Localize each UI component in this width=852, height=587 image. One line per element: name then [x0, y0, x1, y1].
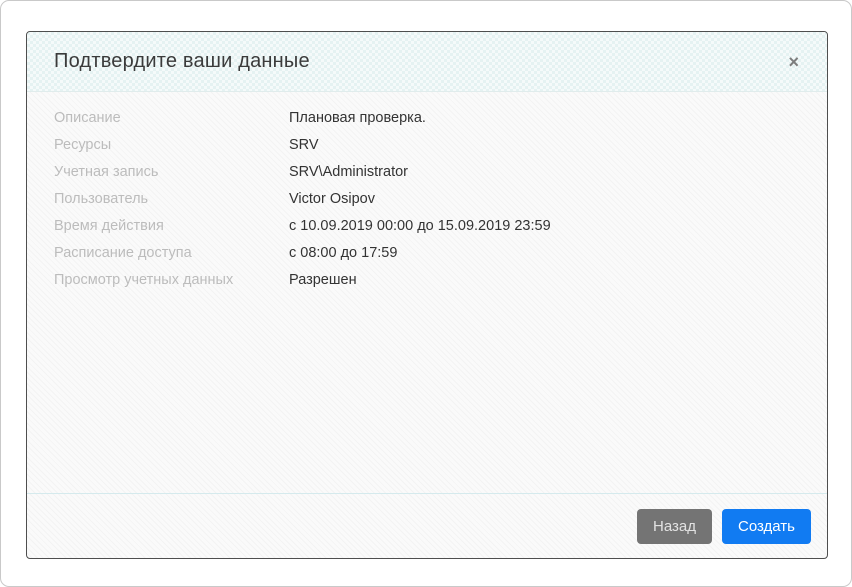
field-row-description: Описание Плановая проверка. [54, 110, 800, 137]
field-label: Время действия [54, 218, 289, 234]
back-button[interactable]: Назад [637, 509, 712, 544]
field-value: с 10.09.2019 00:00 до 15.09.2019 23:59 [289, 218, 551, 234]
field-label: Учетная запись [54, 164, 289, 180]
field-label: Описание [54, 110, 289, 126]
field-value: Разрешен [289, 272, 357, 288]
field-row-credentials-view: Просмотр учетных данных Разрешен [54, 272, 800, 299]
field-value: с 08:00 до 17:59 [289, 245, 397, 261]
field-value: SRV\Administrator [289, 164, 408, 180]
dialog-footer: Назад Создать [27, 493, 827, 558]
confirm-data-dialog: Подтвердите ваши данные × Описание Плано… [26, 31, 828, 559]
page-background: Подтвердите ваши данные × Описание Плано… [0, 0, 852, 587]
field-value: Плановая проверка. [289, 110, 426, 126]
dialog-title: Подтвердите ваши данные [54, 50, 310, 73]
create-button[interactable]: Создать [722, 509, 811, 544]
dialog-body: Описание Плановая проверка. Ресурсы SRV … [27, 92, 827, 493]
dialog-header: Подтвердите ваши данные × [27, 32, 827, 92]
field-value: SRV [289, 137, 319, 153]
field-label: Расписание доступа [54, 245, 289, 261]
field-row-account: Учетная запись SRV\Administrator [54, 164, 800, 191]
field-row-access-schedule: Расписание доступа с 08:00 до 17:59 [54, 245, 800, 272]
field-label: Ресурсы [54, 137, 289, 153]
field-row-validity-period: Время действия с 10.09.2019 00:00 до 15.… [54, 218, 800, 245]
field-label: Пользователь [54, 191, 289, 207]
field-label: Просмотр учетных данных [54, 272, 289, 288]
field-row-resources: Ресурсы SRV [54, 137, 800, 164]
close-icon: × [788, 52, 799, 72]
close-button[interactable]: × [784, 49, 803, 75]
field-value: Victor Osipov [289, 191, 375, 207]
field-row-user: Пользователь Victor Osipov [54, 191, 800, 218]
